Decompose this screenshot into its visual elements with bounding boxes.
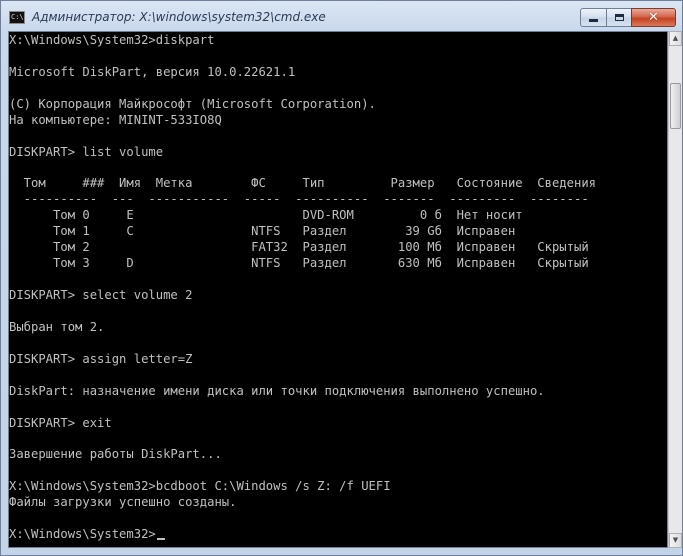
console-line: Microsoft DiskPart, версия 10.0.22621.1	[9, 64, 296, 79]
console-line: Том 3 D NTFS Раздел 630 Мб Исправен Скры…	[9, 256, 589, 271]
vertical-scrollbar[interactable]: ▲ ▼	[668, 31, 682, 548]
cmd-app-icon[interactable]: C:\	[9, 11, 25, 24]
console-line: DiskPart: назначение имени диска или точ…	[9, 383, 545, 398]
console-line: DISKPART> select volume 2	[9, 288, 193, 302]
console-line: X:\Windows\System32>diskpart	[9, 33, 215, 47]
console-line: ---------- --- ----------- ----- -------…	[9, 192, 589, 207]
scroll-down-icon[interactable]: ▼	[669, 533, 682, 548]
console-line: Том 0 E DVD-ROM 0 б Нет носит	[9, 208, 523, 223]
console-line: DISKPART> list volume	[9, 144, 164, 159]
scroll-up-icon[interactable]: ▲	[669, 31, 682, 46]
window-controls: ✕	[580, 8, 676, 27]
close-button[interactable]: ✕	[631, 8, 676, 27]
console-line: Том 1 C NTFS Раздел 39 Gб Исправен	[9, 224, 516, 239]
console-text: X:\Windows\System32>diskpart Microsoft Di…	[9, 33, 659, 543]
console-output-area[interactable]: X:\Windows\System32>diskpart Microsoft Di…	[8, 31, 668, 548]
console-line: X:\Windows\System32>	[9, 527, 659, 543]
window-title: Администратор: X:\windows\system32\cmd.e…	[32, 10, 326, 24]
console-line: X:\Windows\System32>bcdboot C:\Windows /…	[9, 479, 391, 494]
console-line: На компьютере: MININT-533IO8Q	[9, 112, 222, 127]
console-line: Завершение работы DiskPart...	[9, 447, 222, 462]
console-line: DISKPART> assign letter=Z	[9, 351, 193, 366]
close-icon: ✕	[648, 10, 659, 25]
maximize-button[interactable]	[606, 8, 632, 27]
title-bar[interactable]: C:\ Администратор: X:\windows\system32\c…	[1, 1, 682, 35]
console-line: (C) Корпорация Майкрософт (Microsoft Cor…	[9, 96, 376, 111]
cmd-window: C:\ Администратор: X:\windows\system32\c…	[0, 0, 683, 556]
text-cursor	[156, 538, 165, 541]
maximize-icon	[614, 14, 624, 21]
console-line: Том 2 FAT32 Раздел 100 Мб Исправен Скрыт…	[9, 240, 589, 255]
console-line: Файлы загрузки успешно созданы.	[9, 495, 237, 510]
console-line: DISKPART> exit	[9, 415, 112, 430]
minimize-icon	[589, 19, 598, 22]
console-line: Том ### Имя Метка ФС Тип Размер Состояни…	[9, 176, 596, 191]
console-line: Выбран том 2.	[9, 319, 105, 334]
scroll-thumb[interactable]	[670, 83, 681, 129]
minimize-button[interactable]	[580, 8, 607, 27]
